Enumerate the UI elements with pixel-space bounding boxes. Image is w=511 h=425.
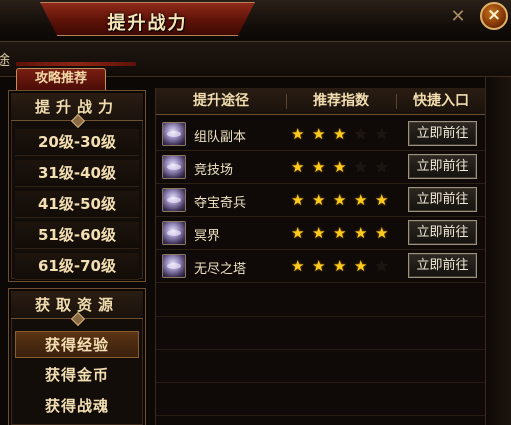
star-empty-icon: ★ bbox=[375, 158, 389, 176]
star-filled-icon: ★ bbox=[354, 191, 368, 209]
star-filled-icon: ★ bbox=[291, 191, 305, 209]
star-empty-icon: ★ bbox=[354, 125, 368, 143]
method-name: 竞技场 bbox=[194, 163, 234, 178]
close-button[interactable]: × bbox=[480, 2, 508, 30]
star-filled-icon: ★ bbox=[312, 257, 326, 275]
star-empty-icon: ★ bbox=[375, 125, 389, 143]
activity-icon bbox=[162, 122, 186, 146]
star-filled-icon: ★ bbox=[312, 158, 326, 176]
empty-row-divider bbox=[156, 316, 486, 317]
table-row: 组队副本 ★ ★ ★ ★ ★ 立即前往 bbox=[156, 118, 486, 151]
go-now-button[interactable]: 立即前往 bbox=[408, 121, 477, 146]
level-button-31-40[interactable]: 31级-40级 bbox=[15, 160, 139, 187]
method-name: 无尽之塔 bbox=[194, 262, 247, 277]
go-now-button[interactable]: 立即前往 bbox=[408, 253, 477, 278]
star-rating: ★ ★ ★ ★ ★ bbox=[291, 257, 391, 275]
partial-tab-label: 途 bbox=[0, 53, 10, 69]
resource-panel-header: 获取资源 bbox=[11, 291, 143, 327]
activity-icon bbox=[162, 254, 186, 278]
table-header: 提升途径 推荐指数 快捷入口 bbox=[156, 88, 486, 115]
table-row: 冥界 ★ ★ ★ ★ ★ 立即前往 bbox=[156, 217, 486, 250]
gem-ornament-icon bbox=[70, 113, 86, 129]
empty-row-divider bbox=[156, 349, 486, 350]
level-button-51-60[interactable]: 51级-60级 bbox=[15, 222, 139, 249]
resource-button-gold[interactable]: 获得金币 bbox=[15, 362, 139, 389]
star-filled-icon: ★ bbox=[354, 257, 368, 275]
star-empty-icon: ★ bbox=[375, 257, 389, 275]
star-rating: ★ ★ ★ ★ ★ bbox=[291, 224, 391, 242]
level-button-61-70[interactable]: 61级-70级 bbox=[15, 253, 139, 280]
star-filled-icon: ★ bbox=[312, 125, 326, 143]
activity-icon bbox=[162, 155, 186, 179]
gem-ornament-icon bbox=[70, 311, 86, 327]
activity-icon bbox=[162, 221, 186, 245]
header-method: 提升途径 bbox=[193, 93, 249, 109]
resource-button-soul[interactable]: 获得战魂 bbox=[15, 393, 139, 420]
star-filled-icon: ★ bbox=[291, 158, 305, 176]
resource-panel: 获取资源 获得经验 获得金币 获得战魂 bbox=[8, 288, 146, 425]
star-filled-icon: ★ bbox=[375, 224, 389, 242]
star-filled-icon: ★ bbox=[333, 224, 347, 242]
method-name: 夺宝奇兵 bbox=[194, 196, 247, 211]
recommend-table: 提升途径 推荐指数 快捷入口 组队副本 ★ ★ ★ ★ ★ 立即前往 竞技场 ★ ★ ★ ★ ★ 立即前往… bbox=[155, 88, 486, 425]
table-row: 竞技场 ★ ★ ★ ★ ★ 立即前往 bbox=[156, 151, 486, 184]
method-name: 组队副本 bbox=[194, 130, 247, 145]
go-now-button[interactable]: 立即前往 bbox=[408, 220, 477, 245]
star-filled-icon: ★ bbox=[291, 224, 305, 242]
window-title: 提升战力 bbox=[107, 13, 188, 34]
title-bar: 提升战力 ✕ × bbox=[0, 0, 511, 42]
star-filled-icon: ★ bbox=[354, 224, 368, 242]
star-filled-icon: ★ bbox=[333, 257, 347, 275]
activity-icon bbox=[162, 188, 186, 212]
tab-strategy-recommend[interactable]: 攻略推荐 bbox=[16, 68, 106, 90]
star-empty-icon: ★ bbox=[354, 158, 368, 176]
star-filled-icon: ★ bbox=[291, 257, 305, 275]
star-filled-icon: ★ bbox=[312, 191, 326, 209]
tab-underline-decoration bbox=[16, 62, 136, 66]
level-button-41-50[interactable]: 41级-50级 bbox=[15, 191, 139, 218]
star-filled-icon: ★ bbox=[333, 191, 347, 209]
header-rating: 推荐指数 bbox=[313, 93, 369, 109]
star-filled-icon: ★ bbox=[375, 191, 389, 209]
go-now-button[interactable]: 立即前往 bbox=[408, 154, 477, 179]
star-rating: ★ ★ ★ ★ ★ bbox=[291, 191, 391, 209]
star-filled-icon: ★ bbox=[333, 125, 347, 143]
level-button-20-30[interactable]: 20级-30级 bbox=[15, 129, 139, 156]
star-rating: ★ ★ ★ ★ ★ bbox=[291, 158, 391, 176]
header-shortcut: 快捷入口 bbox=[413, 93, 469, 109]
empty-row-divider bbox=[156, 415, 486, 416]
star-filled-icon: ★ bbox=[333, 158, 347, 176]
star-rating: ★ ★ ★ ★ ★ bbox=[291, 125, 391, 143]
star-filled-icon: ★ bbox=[312, 224, 326, 242]
go-now-button[interactable]: 立即前往 bbox=[408, 187, 477, 212]
power-panel-header: 提升战力 bbox=[11, 93, 143, 129]
method-name: 冥界 bbox=[194, 229, 221, 244]
table-row: 无尽之塔 ★ ★ ★ ★ ★ 立即前往 bbox=[156, 250, 486, 283]
power-level-panel: 提升战力 20级-30级 31级-40级 41级-50级 51级-60级 61级… bbox=[8, 90, 146, 282]
star-filled-icon: ★ bbox=[291, 125, 305, 143]
empty-row-divider bbox=[156, 382, 486, 383]
scroll-gutter bbox=[485, 77, 511, 425]
crossed-swords-ornament-icon: ✕ bbox=[450, 6, 466, 27]
table-row: 夺宝奇兵 ★ ★ ★ ★ ★ 立即前往 bbox=[156, 184, 486, 217]
resource-button-exp[interactable]: 获得经验 bbox=[15, 331, 139, 358]
